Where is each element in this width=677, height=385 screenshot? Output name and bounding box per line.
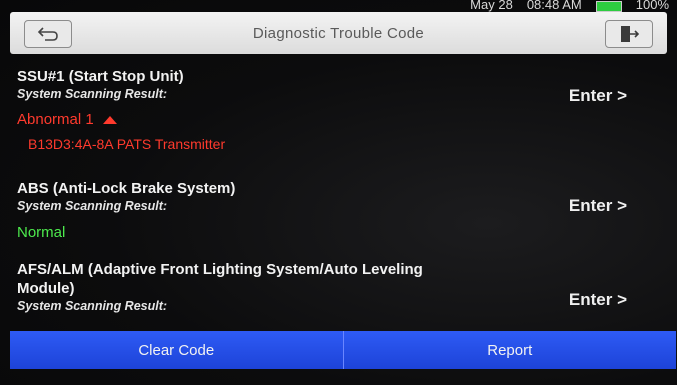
module-name: SSU#1 (Start Stop Unit) (17, 68, 184, 85)
module-abs[interactable]: ABS (Anti-Lock Brake System) System Scan… (0, 170, 677, 254)
exit-icon (621, 26, 640, 42)
page-title: Diagnostic Trouble Code (252, 24, 425, 42)
abnormal-toggle[interactable]: Abnormal 1 (17, 109, 677, 131)
clear-code-button[interactable]: Clear Code (10, 331, 344, 369)
module-ssu[interactable]: SSU#1 (Start Stop Unit) System Scanning … (0, 62, 677, 170)
module-name: ABS (Anti-Lock Brake System) (17, 180, 236, 197)
back-arrow-icon (37, 27, 58, 41)
enter-button-abs[interactable]: Enter > (569, 196, 627, 216)
enter-button-ssu[interactable]: Enter > (569, 86, 627, 106)
triangle-up-icon (102, 116, 117, 124)
back-button[interactable] (24, 20, 72, 48)
status-bar: May 28 08:48 AM 100% (0, 0, 677, 12)
status-time: 08:48 AM (526, 0, 582, 12)
status-date: May 28 (470, 0, 513, 12)
battery-icon (595, 1, 622, 12)
title-bar: Diagnostic Trouble Code (10, 12, 667, 54)
action-bar: Clear Code Report (10, 331, 676, 369)
dtc-code: B13D3:4A-8A PATS Transmitter (28, 136, 226, 152)
module-name: AFS/ALM (Adaptive Front Lighting System/… (17, 261, 423, 297)
module-afs-alm[interactable]: AFS/ALM (Adaptive Front Lighting System/… (0, 254, 677, 330)
exit-button[interactable] (605, 20, 653, 48)
screen: May 28 08:48 AM 100% Diagnostic Trouble … (0, 0, 677, 385)
enter-button-afs[interactable]: Enter > (569, 290, 627, 310)
result-status: Abnormal 1 (17, 111, 94, 128)
status-battery: 100% (635, 0, 669, 12)
module-list[interactable]: SSU#1 (Start Stop Unit) System Scanning … (0, 62, 677, 330)
result-status: Normal (17, 224, 66, 241)
report-button[interactable]: Report (343, 331, 676, 369)
